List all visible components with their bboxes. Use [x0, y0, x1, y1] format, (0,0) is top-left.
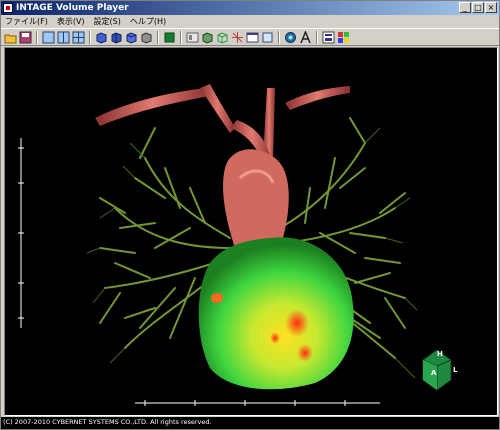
toolbar	[1, 28, 499, 46]
orientation-right-label: L	[453, 366, 458, 374]
width-ruler	[135, 400, 380, 406]
orientation-front-label: A	[431, 369, 437, 377]
open-icon[interactable]	[4, 31, 17, 44]
menu-settings[interactable]: 設定(S)	[94, 16, 121, 27]
save-icon[interactable]	[19, 31, 32, 44]
close-button[interactable]: ×	[485, 2, 497, 13]
layout-single-icon[interactable]	[42, 31, 55, 44]
heart	[198, 237, 354, 390]
view-top-icon[interactable]	[125, 31, 138, 44]
toolbar-separator	[157, 30, 159, 44]
window-title: INTAGE Volume Player	[16, 3, 129, 13]
layout-four-icon[interactable]	[72, 31, 85, 44]
app-window: INTAGE Volume Player _ □ × ファイル(F) 表示(V)…	[0, 0, 500, 430]
info-icon[interactable]	[322, 31, 335, 44]
title-bar[interactable]: INTAGE Volume Player _ □ ×	[1, 1, 499, 15]
view-side-icon[interactable]	[110, 31, 123, 44]
toolbar-separator	[36, 30, 38, 44]
maximize-button[interactable]: □	[472, 2, 484, 13]
app-icon[interactable]	[3, 3, 13, 13]
toolbar-separator	[89, 30, 91, 44]
volume-icon[interactable]	[186, 31, 199, 44]
status-bar: (C) 2007-2010 CYBERNET SYSTEMS CO.,LTD. …	[1, 417, 499, 429]
text-a-icon[interactable]	[299, 30, 312, 44]
toolbar-separator	[180, 30, 182, 44]
aorta	[95, 84, 350, 178]
layout-two-icon[interactable]	[57, 31, 70, 44]
window-controls: _ □ ×	[459, 2, 497, 13]
axis-icon[interactable]	[231, 31, 244, 44]
palette-icon[interactable]	[337, 31, 350, 44]
depth-ruler	[18, 138, 24, 328]
toolbar-separator	[278, 30, 280, 44]
menu-bar: ファイル(F) 表示(V) 設定(S) ヘルプ(H)	[1, 15, 499, 28]
minimize-button[interactable]: _	[459, 2, 471, 13]
menu-file[interactable]: ファイル(F)	[5, 16, 48, 27]
menu-help[interactable]: ヘルプ(H)	[130, 16, 166, 27]
volume-render-viewport[interactable]: H A L	[4, 47, 498, 416]
pulmonary-trunk	[223, 149, 289, 248]
heart-volume-render	[18, 84, 452, 406]
cube-icon[interactable]	[201, 31, 214, 44]
wire-cube-icon[interactable]	[216, 31, 229, 44]
copyright-text: (C) 2007-2010 CYBERNET SYSTEMS CO.,LTD. …	[3, 418, 212, 426]
render-mode-icon[interactable]	[163, 31, 176, 44]
toolbar-separator	[316, 30, 318, 44]
view-front-icon[interactable]	[95, 31, 108, 44]
frame-icon[interactable]	[261, 31, 274, 44]
window-icon[interactable]	[246, 31, 259, 44]
camera-icon[interactable]	[284, 31, 297, 44]
orientation-top-label: H	[437, 350, 443, 358]
view-gray-icon[interactable]	[140, 31, 153, 44]
menu-view[interactable]: 表示(V)	[57, 16, 85, 27]
